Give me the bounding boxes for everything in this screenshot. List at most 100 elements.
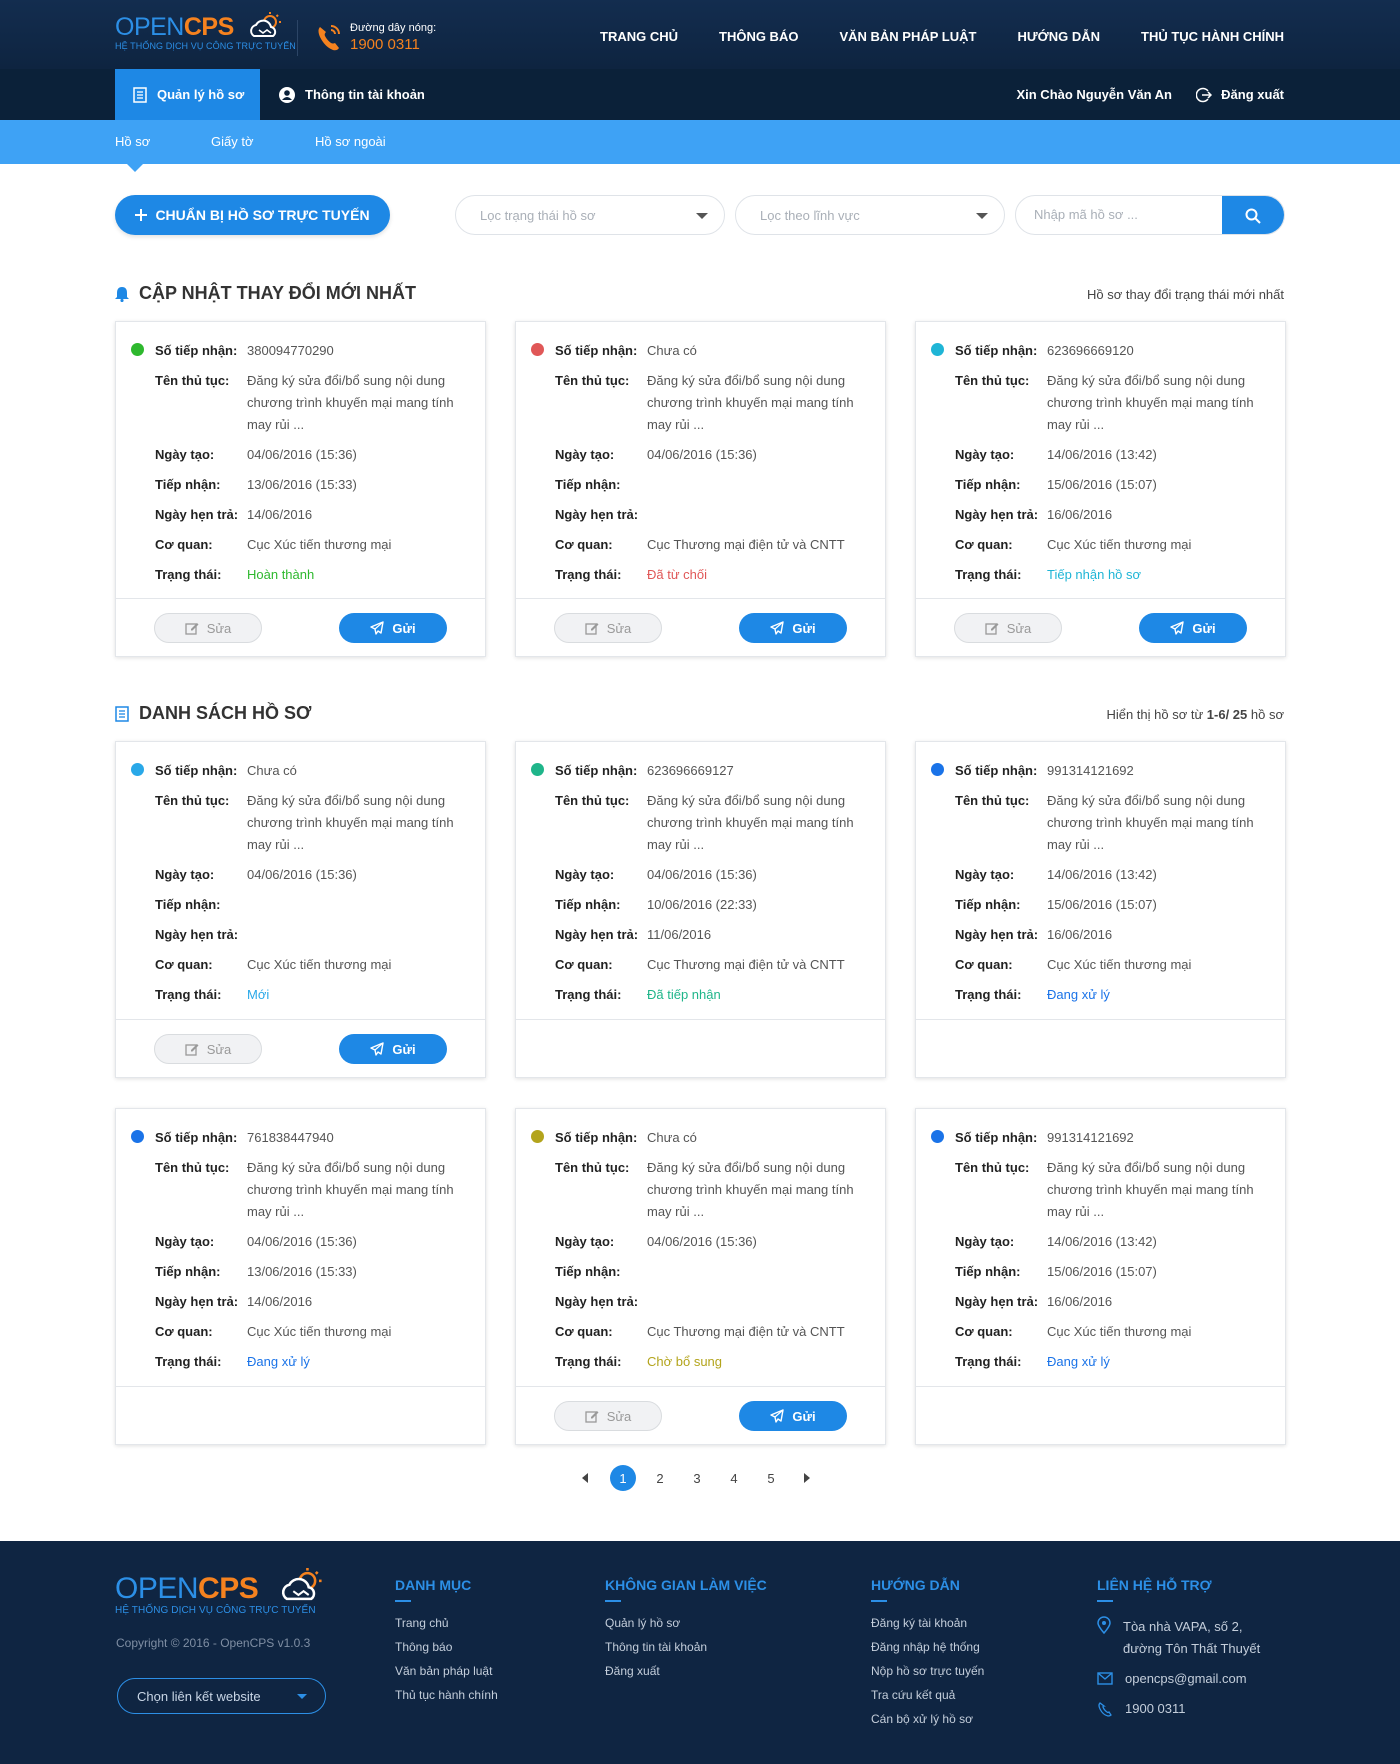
record-card[interactable]: Số tiếp nhận: 991314121692 Tên thủ tục: Đăn… [915, 1108, 1286, 1445]
nav-guides[interactable]: HƯỚNG DẪN [1017, 29, 1100, 44]
record-field-tao: Ngày tạo: 04/06/2016 (15:36) [155, 1231, 465, 1253]
record-code-input[interactable] [1034, 207, 1214, 222]
footer-link[interactable]: Đăng nhập hệ thống [871, 1640, 984, 1655]
field-filter-select[interactable]: Lọc theo lĩnh vực [735, 195, 1005, 235]
footer-link[interactable]: Quản lý hồ sơ [605, 1616, 767, 1631]
prev-page-icon[interactable] [582, 1473, 588, 1483]
field-value: 991314121692 [1047, 763, 1134, 778]
field-value: Cục Xúc tiến thương mại [247, 957, 392, 972]
subnav-external-records[interactable]: Hồ sơ ngoài [315, 134, 386, 149]
record-card[interactable]: Số tiếp nhận: Chưa có Tên thủ tục: Đăng ký … [515, 1108, 886, 1445]
edit-icon [585, 623, 599, 635]
field-label: Tiếp nhận: [155, 1264, 221, 1279]
field-label: Tên thủ tục: [955, 373, 1030, 388]
footer-title-underline [871, 1600, 887, 1602]
send-button[interactable]: Gửi [739, 613, 847, 643]
record-card-body: Số tiếp nhận: Chưa có Tên thủ tục: Đăng ký … [516, 1109, 885, 1373]
edit-label: Sửa [1006, 620, 1032, 636]
edit-button[interactable]: Sửa [554, 613, 662, 643]
field-label: Tên thủ tục: [155, 1160, 230, 1175]
record-field-so: Số tiếp nhận: 761838447940 [155, 1127, 465, 1149]
record-card[interactable]: Số tiếp nhận: 991314121692 Tên thủ tục: Đăn… [915, 741, 1286, 1078]
field-value: Đăng ký sửa đổi/bổ sung nội dung chương … [1047, 373, 1254, 432]
field-value: 04/06/2016 (15:36) [247, 447, 357, 462]
opencps-logo[interactable]: OPENCPS HỆ THỐNG DỊCH VỤ CÔNG TRỰC TUYẾN [115, 12, 296, 51]
footer-link[interactable]: Tra cứu kết quả [871, 1688, 984, 1703]
record-field-tiep: Tiếp nhận: 15/06/2016 (15:07) [955, 894, 1265, 916]
footer-logo-open: OPEN [115, 1572, 199, 1605]
page-3[interactable]: 3 [684, 1465, 710, 1491]
send-button[interactable]: Gửi [739, 1401, 847, 1431]
contact-phone[interactable]: 1900 0311 [1097, 1698, 1260, 1720]
record-card[interactable]: Số tiếp nhận: Chưa có Tên thủ tục: Đăng ký … [515, 321, 886, 657]
footer-link[interactable]: Đăng ký tài khoản [871, 1616, 984, 1631]
website-link-select[interactable]: Chọn liên kết website [117, 1678, 326, 1714]
edit-button[interactable]: Sửa [154, 1034, 262, 1064]
edit-button[interactable]: Sửa [154, 613, 262, 643]
footer-link[interactable]: Văn bản pháp luật [395, 1664, 498, 1679]
edit-button[interactable]: Sửa [554, 1401, 662, 1431]
footer-link[interactable]: Trang chủ [395, 1616, 498, 1631]
subnav-records[interactable]: Hồ sơ [115, 134, 150, 149]
prepare-online-record-button[interactable]: CHUẨN BỊ HỒ SƠ TRỰC TUYẾN [115, 195, 390, 235]
logout-button[interactable]: Đăng xuất [1196, 69, 1284, 120]
nav-legal-documents[interactable]: VĂN BẢN PHÁP LUẬT [839, 29, 976, 44]
field-value: 623696669120 [1047, 343, 1134, 358]
contact-email[interactable]: opencps@gmail.com [1097, 1668, 1260, 1690]
search-button[interactable] [1222, 196, 1284, 234]
record-card-body: Số tiếp nhận: Chưa có Tên thủ tục: Đăng ký … [516, 322, 885, 586]
record-field-tiep: Tiếp nhận: 15/06/2016 (15:07) [955, 474, 1265, 496]
record-card-footer: Sửa Gửi [516, 598, 885, 656]
nav-announcements[interactable]: THÔNG BÁO [719, 29, 798, 44]
field-value [647, 1261, 865, 1283]
record-field-tiep: Tiếp nhận: [155, 894, 465, 916]
field-label: Tên thủ tục: [155, 373, 230, 388]
page-4[interactable]: 4 [721, 1465, 747, 1491]
record-field-so: Số tiếp nhận: 623696669127 [555, 760, 865, 782]
record-card[interactable]: Số tiếp nhận: 380094770290 Tên thủ tục: Đăn… [115, 321, 486, 657]
record-field-tt: Trạng thái: Đang xử lý [955, 984, 1265, 1006]
status-filter-select[interactable]: Lọc trạng thái hồ sơ [455, 195, 725, 235]
main-nav: TRANG CHỦ THÔNG BÁO VĂN BẢN PHÁP LUẬT HƯ… [559, 29, 1284, 44]
field-value: 04/06/2016 (15:36) [247, 1234, 357, 1249]
edit-label: Sửa [206, 620, 232, 636]
field-label: Tiếp nhận: [555, 897, 621, 912]
cloud-sun-icon [250, 12, 281, 37]
record-card[interactable]: Số tiếp nhận: Chưa có Tên thủ tục: Đăng ký … [115, 741, 486, 1078]
page-2[interactable]: 2 [647, 1465, 673, 1491]
record-card[interactable]: Số tiếp nhận: 761838447940 Tên thủ tục: Đăn… [115, 1108, 486, 1445]
contact-phone-text: 1900 0311 [1125, 1701, 1186, 1716]
subnav-papers[interactable]: Giấy tờ [211, 134, 253, 149]
record-field-tao: Ngày tạo: 04/06/2016 (15:36) [555, 1231, 865, 1253]
field-label: Tiếp nhận: [555, 1264, 621, 1279]
footer-link[interactable]: Thông báo [395, 1640, 498, 1655]
footer-link[interactable]: Thủ tục hành chính [395, 1688, 498, 1703]
record-count-prefix: Hiển thị hồ sơ từ [1106, 707, 1204, 722]
field-label: Ngày tạo: [555, 1234, 615, 1249]
record-card[interactable]: Số tiếp nhận: 623696669120 Tên thủ tục: Đăn… [915, 321, 1286, 657]
field-value: Đăng ký sửa đổi/bổ sung nội dung chương … [647, 793, 854, 852]
page-1[interactable]: 1 [610, 1465, 636, 1491]
send-button[interactable]: Gửi [339, 1034, 447, 1064]
footer-link[interactable]: Cán bộ xử lý hồ sơ [871, 1712, 984, 1727]
location-pin-icon [1097, 1616, 1111, 1634]
record-field-tao: Ngày tạo: 14/06/2016 (13:42) [955, 864, 1265, 886]
footer-col-categories: DANH MỤC Trang chủ Thông báo Văn bản phá… [395, 1577, 498, 1712]
footer-link[interactable]: Đăng xuất [605, 1664, 767, 1679]
field-label: Tên thủ tục: [955, 793, 1030, 808]
nav-home[interactable]: TRANG CHỦ [600, 29, 678, 44]
hotline-label: Đường dây nóng: [350, 22, 437, 34]
record-field-cq: Cơ quan: Cục Xúc tiến thương mại [155, 1321, 465, 1343]
tab-manage-records[interactable]: Quản lý hồ sơ [115, 69, 260, 120]
send-button[interactable]: Gửi [1139, 613, 1247, 643]
page-5[interactable]: 5 [758, 1465, 784, 1491]
nav-procedures[interactable]: THỦ TỤC HÀNH CHÍNH [1141, 29, 1284, 44]
send-button[interactable]: Gửi [339, 613, 447, 643]
record-card[interactable]: Số tiếp nhận: 623696669127 Tên thủ tục: Đăn… [515, 741, 886, 1078]
footer-link[interactable]: Nộp hồ sơ trực tuyến [871, 1664, 984, 1679]
record-field-tiep: Tiếp nhận: 10/06/2016 (22:33) [555, 894, 865, 916]
tab-account-info[interactable]: Thông tin tài khoản [279, 69, 425, 120]
edit-button[interactable]: Sửa [954, 613, 1062, 643]
next-page-icon[interactable] [804, 1473, 810, 1483]
footer-link[interactable]: Thông tin tài khoản [605, 1640, 767, 1655]
